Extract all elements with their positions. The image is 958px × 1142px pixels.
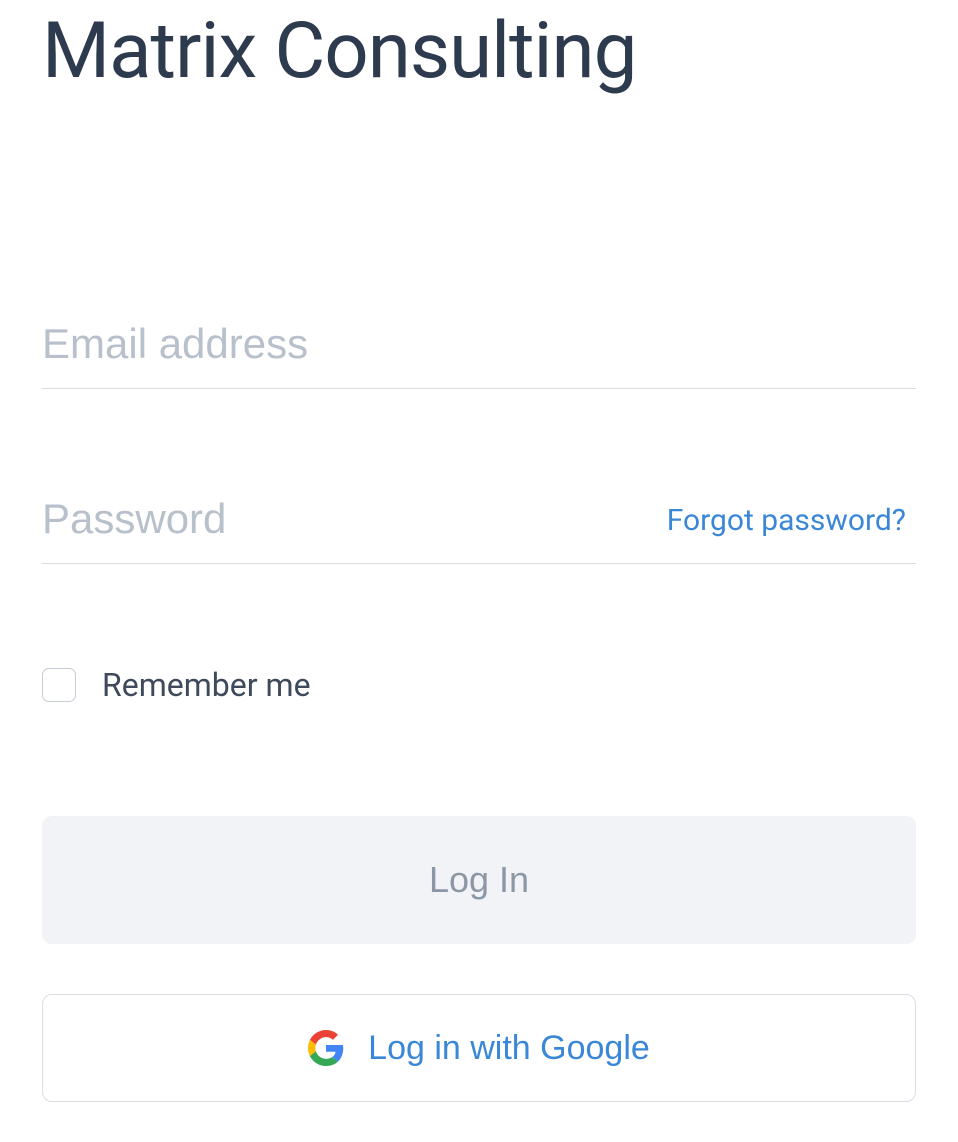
page-title: Matrix Consulting bbox=[42, 6, 916, 97]
google-icon bbox=[308, 1030, 344, 1066]
remember-me-row: Remember me bbox=[42, 666, 916, 704]
forgot-password-link[interactable]: Forgot password? bbox=[667, 503, 906, 538]
password-field-wrapper: Forgot password? bbox=[42, 487, 916, 564]
remember-me-checkbox[interactable] bbox=[42, 668, 76, 702]
login-form: Forgot password? Remember me Log In Log … bbox=[42, 312, 916, 1102]
email-field-wrapper bbox=[42, 312, 916, 389]
email-field[interactable] bbox=[42, 312, 916, 389]
google-button-label: Log in with Google bbox=[368, 1029, 650, 1068]
google-login-button[interactable]: Log in with Google bbox=[42, 994, 916, 1102]
remember-me-label[interactable]: Remember me bbox=[102, 666, 311, 704]
login-button[interactable]: Log In bbox=[42, 816, 916, 944]
